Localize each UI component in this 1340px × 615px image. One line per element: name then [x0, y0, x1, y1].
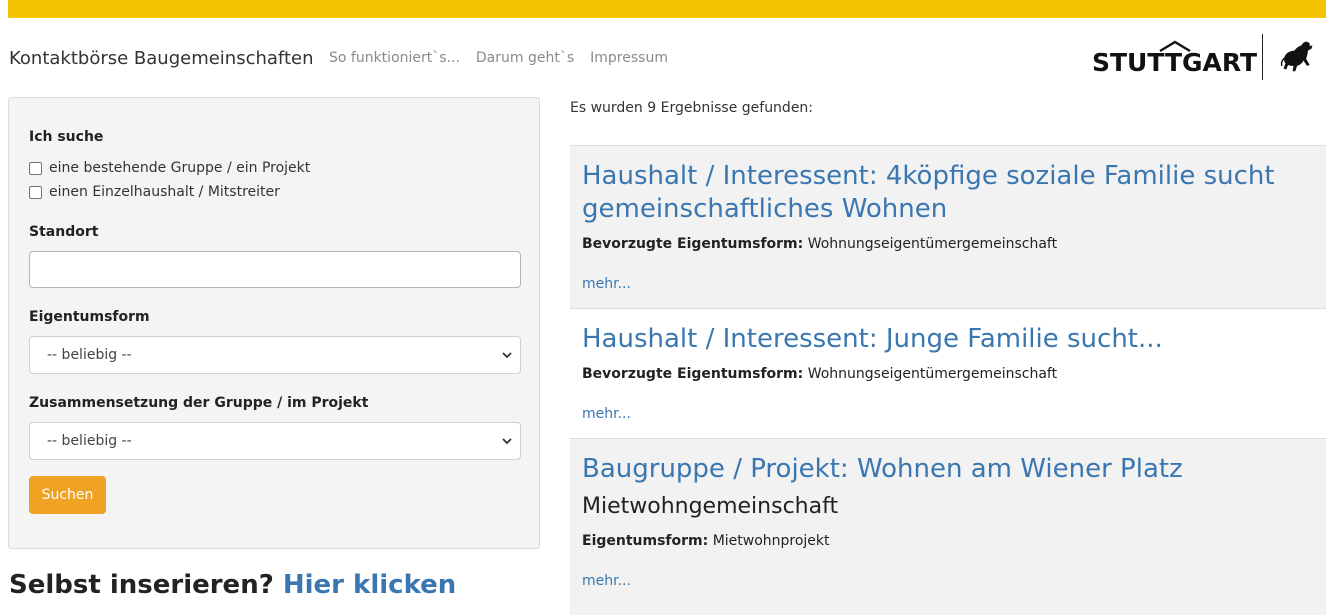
- eigentumsform-select[interactable]: -- beliebig --: [29, 336, 521, 374]
- result-more-link[interactable]: mehr...: [582, 406, 631, 422]
- stuttgart-logo[interactable]: STUTTGART: [1090, 34, 1330, 84]
- chevron-down-icon: [502, 352, 512, 359]
- result-meta-label: Bevorzugte Eigentumsform:: [582, 366, 804, 382]
- option-group-checkbox[interactable]: [29, 161, 42, 175]
- result-item: Haushalt / Interessent: 4köpfige soziale…: [570, 145, 1326, 308]
- logo-divider: [1262, 34, 1263, 80]
- nav-link-about[interactable]: Darum geht`s: [476, 50, 574, 66]
- option-group-checkbox-row[interactable]: eine bestehende Gruppe / ein Projekt: [29, 160, 310, 176]
- option-household-checkbox-row[interactable]: einen Einzelhaushalt / Mitstreiter: [29, 184, 280, 200]
- zusammensetzung-select[interactable]: -- beliebig --: [29, 422, 521, 460]
- chevron-down-icon: [502, 438, 512, 445]
- nav-link-how-it-works[interactable]: So funktioniert`s...: [329, 50, 460, 66]
- logo-text: STUTTGART: [1092, 48, 1258, 77]
- result-meta-label: Bevorzugte Eigentumsform:: [582, 236, 804, 252]
- self-insert-heading: Selbst inserieren? Hier klicken: [9, 570, 456, 600]
- navbar: Kontaktbörse Baugemeinschaften So funkti…: [0, 18, 1340, 98]
- result-meta-value: Wohnungseigentümergemeinschaft: [807, 366, 1058, 382]
- result-item: Haushalt / Interessent: Junge Familie su…: [570, 308, 1326, 438]
- result-title[interactable]: Haushalt / Interessent: Junge Familie su…: [582, 323, 1302, 356]
- nav-links: So funktioniert`s... Darum geht`s Impres…: [329, 50, 668, 66]
- result-subtitle: Mietwohngemeinschaft: [582, 494, 839, 519]
- result-more-link[interactable]: mehr...: [582, 276, 631, 292]
- result-item: Baugruppe / Projekt: Wohnen am Wiener Pl…: [570, 438, 1326, 615]
- standort-input[interactable]: [29, 251, 521, 288]
- result-meta: Bevorzugte Eigentumsform: Wohnungseigent…: [582, 236, 1057, 252]
- result-meta: Bevorzugte Eigentumsform: Wohnungseigent…: [582, 366, 1057, 382]
- self-insert-link[interactable]: Hier klicken: [283, 570, 456, 600]
- top-accent-bar: [8, 0, 1326, 18]
- self-insert-prefix: Selbst inserieren?: [9, 570, 274, 600]
- result-meta: Eigentumsform: Mietwohnprojekt: [582, 533, 830, 549]
- zusammensetzung-label: Zusammensetzung der Gruppe / im Projekt: [29, 395, 369, 411]
- nav-link-imprint[interactable]: Impressum: [590, 50, 668, 66]
- zusammensetzung-select-value: -- beliebig --: [47, 433, 132, 449]
- eigentumsform-label: Eigentumsform: [29, 309, 150, 325]
- ich-suche-label: Ich suche: [29, 129, 104, 145]
- horse-icon: [1280, 41, 1313, 72]
- option-household-label: einen Einzelhaushalt / Mitstreiter: [49, 184, 280, 200]
- result-meta-value: Wohnungseigentümergemeinschaft: [807, 236, 1058, 252]
- eigentumsform-select-value: -- beliebig --: [47, 347, 132, 363]
- search-filter-panel: Ich suche eine bestehende Gruppe / ein P…: [8, 97, 540, 549]
- standort-label: Standort: [29, 224, 99, 240]
- result-title[interactable]: Baugruppe / Projekt: Wohnen am Wiener Pl…: [582, 453, 1302, 486]
- option-household-checkbox[interactable]: [29, 185, 42, 199]
- brand-title[interactable]: Kontaktbörse Baugemeinschaften: [9, 48, 314, 69]
- result-count: Es wurden 9 Ergebnisse gefunden:: [570, 100, 814, 116]
- option-group-label: eine bestehende Gruppe / ein Projekt: [49, 160, 311, 176]
- result-meta-label: Eigentumsform:: [582, 533, 709, 549]
- search-button[interactable]: Suchen: [29, 476, 106, 514]
- result-title[interactable]: Haushalt / Interessent: 4köpfige soziale…: [582, 160, 1302, 226]
- result-more-link[interactable]: mehr...: [582, 573, 631, 589]
- result-meta-value: Mietwohnprojekt: [712, 533, 830, 549]
